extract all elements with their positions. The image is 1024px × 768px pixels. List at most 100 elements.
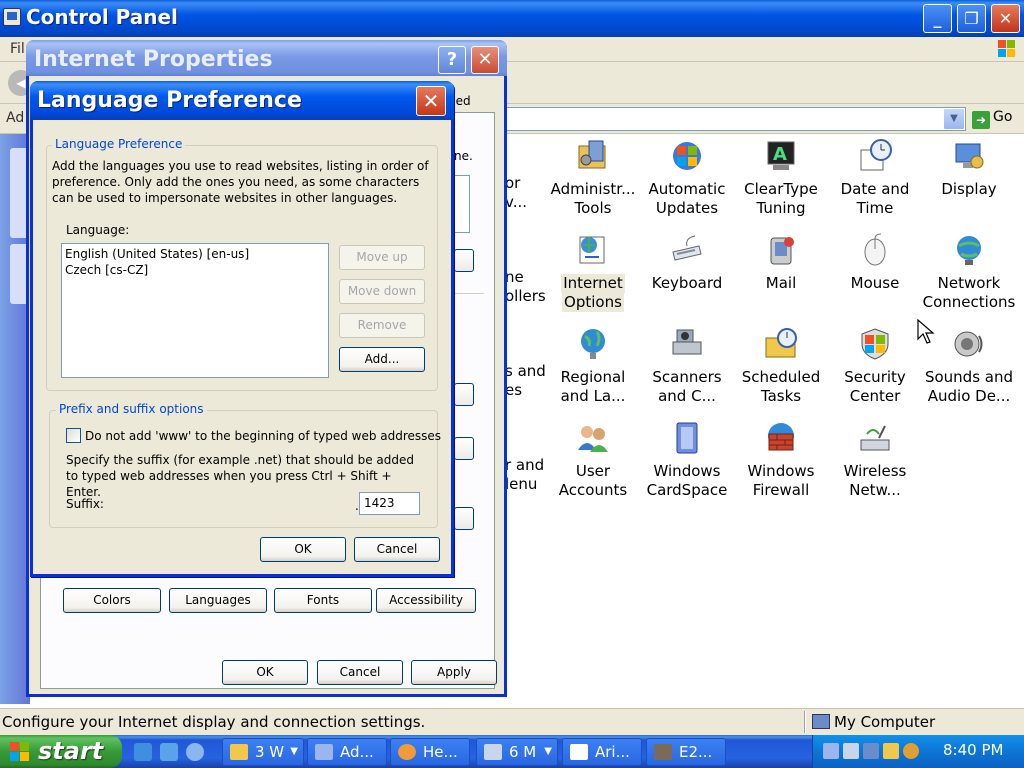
no-www-checkbox-label[interactable]: Do not add 'www' to the beginning of typ… xyxy=(85,428,441,444)
item-scanners-and-cameras[interactable]: Scanners and C... xyxy=(637,326,737,406)
partial-item[interactable]: or v... xyxy=(505,174,527,212)
item-internet-options[interactable]: Internet Options xyxy=(543,232,643,312)
item-label-line2: Center xyxy=(849,387,901,405)
item-label-line1: Automatic xyxy=(648,180,726,198)
item-display[interactable]: Display xyxy=(919,138,1019,199)
language-preference-titlebar[interactable]: Language Preference ✕ xyxy=(30,81,454,120)
svg-text:A: A xyxy=(773,144,787,165)
fonts-button[interactable]: Fonts xyxy=(274,588,372,613)
close-button[interactable]: ✕ xyxy=(991,4,1020,33)
taskbar-item-ari[interactable]: Ari... xyxy=(562,738,642,766)
item-network-connections[interactable]: Network Connections xyxy=(919,232,1019,312)
button-fragment[interactable] xyxy=(454,249,474,272)
partial-item[interactable]: r and lenu xyxy=(505,456,544,494)
item-windows-firewall[interactable]: Windows Firewall xyxy=(731,420,831,500)
control-panel-titlebar[interactable]: Control Panel _ ❐ ✕ xyxy=(0,0,1024,37)
button-fragment[interactable] xyxy=(454,507,474,530)
item-label-line1: Mouse xyxy=(850,274,900,292)
start-button[interactable]: start xyxy=(0,735,122,768)
taskbar-item-admin[interactable]: Ad... xyxy=(307,738,387,766)
media-player-quicklaunch-icon[interactable] xyxy=(186,743,204,761)
item-label-line2: Netw... xyxy=(849,481,901,499)
item-label-line1: Scheduled xyxy=(741,368,821,386)
keyboard-icon xyxy=(669,232,705,268)
taskbar-item-help[interactable]: He... xyxy=(390,738,470,766)
tray-icon[interactable] xyxy=(883,743,899,759)
lp-cancel-button[interactable]: Cancel xyxy=(354,537,440,562)
item-automatic-updates[interactable]: Automatic Updates xyxy=(637,138,737,218)
taskbar-item-label: Ad... xyxy=(340,743,374,761)
tray-icon[interactable] xyxy=(823,743,839,759)
show-desktop-quicklaunch-icon[interactable] xyxy=(160,743,178,761)
item-label-line1: User xyxy=(575,462,611,480)
internet-explorer-quicklaunch-icon[interactable] xyxy=(134,743,152,761)
remove-button[interactable]: Remove xyxy=(339,313,425,338)
status-divider xyxy=(804,711,806,733)
status-zone: My Computer xyxy=(834,713,936,731)
address-dropdown-button[interactable]: ▼ xyxy=(943,108,965,130)
move-up-button[interactable]: Move up xyxy=(339,245,425,270)
language-list[interactable]: English (United States) [en-us] Czech [c… xyxy=(61,243,329,378)
item-user-accounts[interactable]: User Accounts xyxy=(543,420,643,500)
partial-item-line: ollers xyxy=(505,287,546,305)
item-wireless-network-setup[interactable]: Wireless Netw... xyxy=(825,420,925,500)
item-label-line1: Administr... xyxy=(550,180,636,198)
accessibility-button[interactable]: Accessibility xyxy=(376,588,476,613)
item-label-line2: CardSpace xyxy=(646,481,728,499)
partial-item[interactable]: s and es xyxy=(505,362,546,400)
item-label-line2: Connections xyxy=(922,293,1016,311)
item-regional-and-language[interactable]: Regional and La... xyxy=(543,326,643,406)
ip-cancel-button[interactable]: Cancel xyxy=(317,660,403,685)
item-scheduled-tasks[interactable]: Scheduled Tasks xyxy=(731,326,831,406)
help-icon xyxy=(398,744,416,760)
language-list-item[interactable]: Czech [cs-CZ] xyxy=(65,262,325,278)
internet-properties-close-button[interactable]: ✕ xyxy=(471,46,499,74)
item-label-line2: Updates xyxy=(655,199,719,217)
button-fragment[interactable] xyxy=(454,383,474,406)
item-label-line1: Date and xyxy=(840,180,910,198)
item-label-line1: Regional xyxy=(560,368,626,386)
partial-item[interactable]: ne ollers xyxy=(505,268,546,306)
move-down-button[interactable]: Move down xyxy=(339,279,425,304)
security-center-icon xyxy=(857,326,893,362)
item-administrative-tools[interactable]: Administr... Tools xyxy=(543,138,643,218)
item-label-line2: Accounts xyxy=(558,481,628,499)
button-fragment[interactable] xyxy=(454,437,474,460)
colors-button[interactable]: Colors xyxy=(63,588,161,613)
internet-properties-titlebar[interactable]: Internet Properties ? ✕ xyxy=(26,40,507,76)
tray-icon[interactable] xyxy=(843,743,859,759)
taskbar-item-e2[interactable]: E2... xyxy=(646,738,726,766)
item-mouse[interactable]: Mouse xyxy=(825,232,925,293)
lp-ok-button[interactable]: OK xyxy=(260,537,346,562)
minimize-button[interactable]: _ xyxy=(923,4,952,33)
item-keyboard[interactable]: Keyboard xyxy=(637,232,737,293)
language-description: Add the languages you use to read websit… xyxy=(52,159,429,205)
administrative-tools-icon xyxy=(575,138,611,174)
cleartype-tuning-icon: A xyxy=(763,138,799,174)
ip-ok-button[interactable]: OK xyxy=(222,660,308,685)
item-label-line2: Options xyxy=(562,293,624,312)
menu-file[interactable]: Fil xyxy=(10,41,25,57)
prefix-suffix-group-label: Prefix and suffix options xyxy=(56,402,207,416)
suffix-input[interactable]: 1423 xyxy=(359,492,420,515)
no-www-checkbox[interactable] xyxy=(66,428,81,443)
search-tray-icon[interactable] xyxy=(903,743,919,759)
add-language-button[interactable]: Add... xyxy=(339,347,425,372)
item-date-and-time[interactable]: Date and Time xyxy=(825,138,925,218)
item-security-center[interactable]: Security Center xyxy=(825,326,925,406)
item-mail[interactable]: Mail xyxy=(731,232,831,293)
network-tray-icon[interactable] xyxy=(863,743,879,759)
clock[interactable]: 8:40 PM xyxy=(943,741,1003,759)
item-windows-cardspace[interactable]: Windows CardSpace xyxy=(637,420,737,500)
language-preference-close-button[interactable]: ✕ xyxy=(416,86,446,116)
language-list-item[interactable]: English (United States) [en-us] xyxy=(65,246,325,262)
help-button[interactable]: ? xyxy=(438,46,466,74)
ip-apply-button[interactable]: Apply xyxy=(411,660,497,685)
item-label-line2: Tools xyxy=(574,199,612,217)
go-button[interactable]: ➜ Go xyxy=(972,109,1012,129)
languages-button[interactable]: Languages xyxy=(169,588,267,613)
taskbar-item-explorer-group[interactable]: 3 W ▼ xyxy=(222,738,304,766)
maximize-button[interactable]: ❐ xyxy=(957,4,986,33)
item-cleartype-tuning[interactable]: A ClearType Tuning xyxy=(731,138,831,218)
taskbar-item-group[interactable]: 6 M ▼ xyxy=(476,738,558,766)
